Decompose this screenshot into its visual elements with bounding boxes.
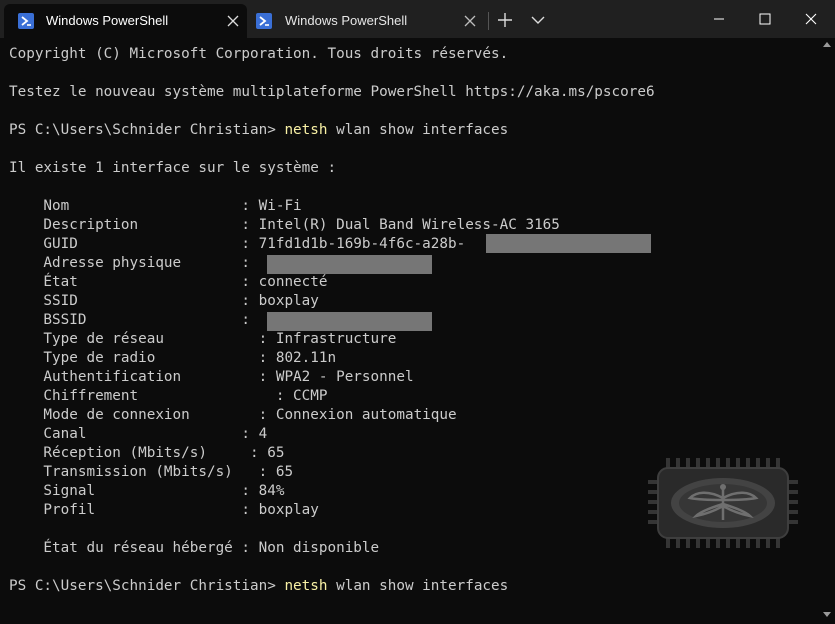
field-label: Réception (Mbits/s) : — [9, 445, 268, 461]
field-value: boxplay — [258, 502, 319, 518]
field-value: 802.11n — [275, 350, 337, 366]
field-label: Chiffrement : — [9, 388, 294, 404]
field-type-reseau: Type de réseau : Infrastructure — [9, 330, 396, 349]
prompt: PS C:\Users\Schnider Christian> — [9, 122, 285, 138]
field-mode-connexion: Mode de connexion : Connexion automatiqu… — [9, 406, 457, 425]
field-value: 65 — [267, 445, 285, 461]
field-value: Wi-Fi — [258, 198, 302, 214]
field-value: connecté — [258, 274, 328, 290]
hosted-network-line: État du réseau hébergé : Non disponible — [9, 540, 380, 556]
field-value: 4 — [258, 426, 268, 442]
tab-bar: Windows PowerShell Windows PowerShell — [0, 0, 835, 38]
scroll-down-icon[interactable] — [823, 612, 831, 617]
field-label: BSSID : — [9, 312, 259, 328]
field-nom: Nom : Wi-Fi — [9, 197, 302, 216]
field-transmission: Transmission (Mbits/s) : 65 — [9, 463, 293, 482]
scrollbar[interactable] — [820, 38, 835, 624]
field-canal: Canal : 4 — [9, 425, 267, 444]
field-type-radio: Type de radio : 802.11n — [9, 349, 336, 368]
field-profil: Profil : boxplay — [9, 501, 319, 520]
minimize-icon[interactable] — [696, 0, 742, 38]
field-label: Adresse physique : — [9, 255, 259, 271]
plus-icon[interactable] — [495, 10, 515, 30]
field-bssid: BSSID : — [9, 311, 259, 330]
field-label: État : — [9, 274, 259, 290]
field-reception: Réception (Mbits/s) : 65 — [9, 444, 284, 463]
field-guid: GUID : 71fd1d1b-169b-4f6c-a28b- — [9, 235, 465, 254]
prompt-line-2: PS C:\Users\Schnider Christian> netsh wl… — [9, 577, 508, 596]
field-value: 84% — [258, 483, 285, 499]
command-name: netsh — [284, 578, 328, 594]
field-value: boxplay — [258, 293, 319, 309]
chevron-down-icon[interactable] — [528, 11, 548, 29]
field-adresse-physique: Adresse physique : — [9, 254, 259, 273]
field-label: Authentification : — [9, 369, 276, 385]
command-name: netsh — [284, 122, 328, 138]
command-args: wlan show interfaces — [327, 578, 509, 594]
tab-title: Windows PowerShell — [285, 13, 408, 28]
tab-title: Windows PowerShell — [46, 13, 169, 28]
field-ssid: SSID : boxplay — [9, 292, 319, 311]
tab-separator — [488, 12, 489, 30]
prompt: PS C:\Users\Schnider Christian> — [9, 578, 285, 594]
field-label: Type de radio : — [9, 350, 276, 366]
field-value: Infrastructure — [275, 331, 397, 347]
interface-count-line: Il existe 1 interface sur le système : — [9, 160, 337, 176]
field-signal: Signal : 84% — [9, 482, 284, 501]
field-value: Connexion automatique — [275, 407, 457, 423]
field-authentification: Authentification : WPA2 - Personnel — [9, 368, 414, 387]
field-value: Intel(R) Dual Band Wireless-AC 3165 — [258, 217, 560, 233]
field-label: Transmission (Mbits/s) : — [9, 464, 276, 480]
field-label: Profil : — [9, 502, 259, 518]
field-label: SSID : — [9, 293, 259, 309]
field-label: Type de réseau : — [9, 331, 276, 347]
close-tab-icon[interactable] — [461, 12, 479, 30]
field-label: GUID : — [9, 236, 259, 252]
close-tab-icon[interactable] — [224, 12, 242, 30]
copyright-line: Copyright (C) Microsoft Corporation. Tou… — [9, 46, 509, 62]
powershell-icon — [18, 13, 34, 29]
field-description: Description : Intel(R) Dual Band Wireles… — [9, 216, 560, 235]
field-value: WPA2 - Personnel — [275, 369, 414, 385]
field-label: Description : — [9, 217, 259, 233]
field-label: Canal : — [9, 426, 259, 442]
field-chiffrement: Chiffrement : CCMP — [9, 387, 327, 406]
field-label: Signal : — [9, 483, 259, 499]
command-args: wlan show interfaces — [327, 122, 509, 138]
powershell-icon — [256, 13, 272, 29]
maximize-icon[interactable] — [742, 0, 788, 38]
tab-powershell-1[interactable]: Windows PowerShell — [4, 4, 247, 38]
field-value: 65 — [275, 464, 294, 480]
field-value: 71fd1d1b-169b-4f6c-a28b- — [258, 236, 466, 252]
redacted-bssid-block — [267, 312, 432, 331]
prompt-line-1: PS C:\Users\Schnider Christian> netsh wl… — [9, 121, 508, 140]
field-label: Nom : — [9, 198, 259, 214]
redacted-mac-block — [267, 255, 432, 274]
tab-powershell-2[interactable]: Windows PowerShell — [250, 4, 490, 38]
chip-logo-icon — [648, 458, 798, 548]
field-value: CCMP — [293, 388, 328, 404]
field-label: Mode de connexion : — [9, 407, 276, 423]
close-icon[interactable] — [788, 0, 834, 38]
field-etat: État : connecté — [9, 273, 328, 292]
scroll-up-icon[interactable] — [823, 42, 831, 47]
redacted-guid-block — [486, 234, 651, 253]
pscore6-line: Testez le nouveau système multiplateform… — [9, 84, 655, 100]
